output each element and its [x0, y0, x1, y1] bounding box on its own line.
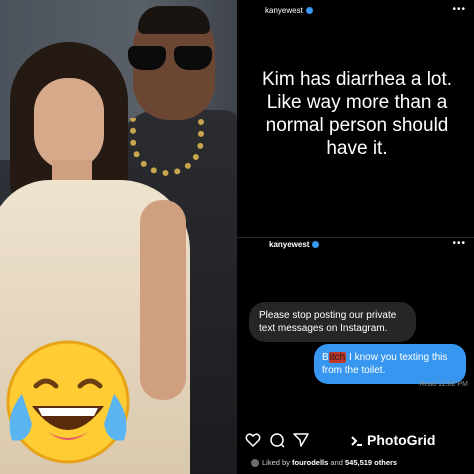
woman-face [34, 78, 104, 170]
tears-of-joy-emoji-icon [6, 340, 130, 464]
incoming-message[interactable]: Please stop posting our private text mes… [249, 302, 416, 342]
read-receipt: Read 12:02 PM [419, 381, 468, 388]
comment-icon[interactable] [269, 432, 285, 448]
dm-screenshot: kanyewest ••• Please stop posting our pr… [237, 238, 474, 474]
outgoing-prefix: B [322, 352, 329, 363]
share-icon[interactable] [293, 432, 309, 448]
post-text: Kim has diarrhea a lot. Like way more th… [261, 69, 453, 159]
censored-word: itch [328, 352, 347, 363]
sunglasses [128, 46, 212, 70]
post-actions: PhotoGrid [245, 432, 469, 450]
verified-badge-icon [305, 7, 313, 15]
instagram-post: kanyewest ••• Kim has diarrhea a lot. Li… [237, 0, 474, 237]
more-options-icon[interactable]: ••• [452, 4, 466, 15]
likes-summary[interactable]: Liked by fourodells and 545,519 others [251, 458, 397, 468]
outgoing-message[interactable]: Bitch I know you texting this from the t… [314, 344, 466, 384]
man-hair [138, 6, 210, 34]
post-header: kanyewest ••• [237, 4, 474, 20]
woman-arm [140, 200, 186, 400]
more-options-icon[interactable]: ••• [452, 238, 466, 249]
post-username[interactable]: kanyewest [265, 6, 313, 15]
photogrid-logo-icon [351, 436, 362, 447]
verified-badge-icon [312, 241, 320, 249]
photogrid-watermark: PhotoGrid [351, 432, 435, 448]
liker-username[interactable]: fourodells [292, 458, 328, 467]
liker-avatar [251, 459, 259, 468]
likes-count[interactable]: 545,519 others [345, 458, 397, 467]
heart-icon[interactable] [245, 432, 261, 448]
dm-header: kanyewest ••• [237, 238, 474, 254]
dm-username[interactable]: kanyewest [269, 240, 320, 249]
